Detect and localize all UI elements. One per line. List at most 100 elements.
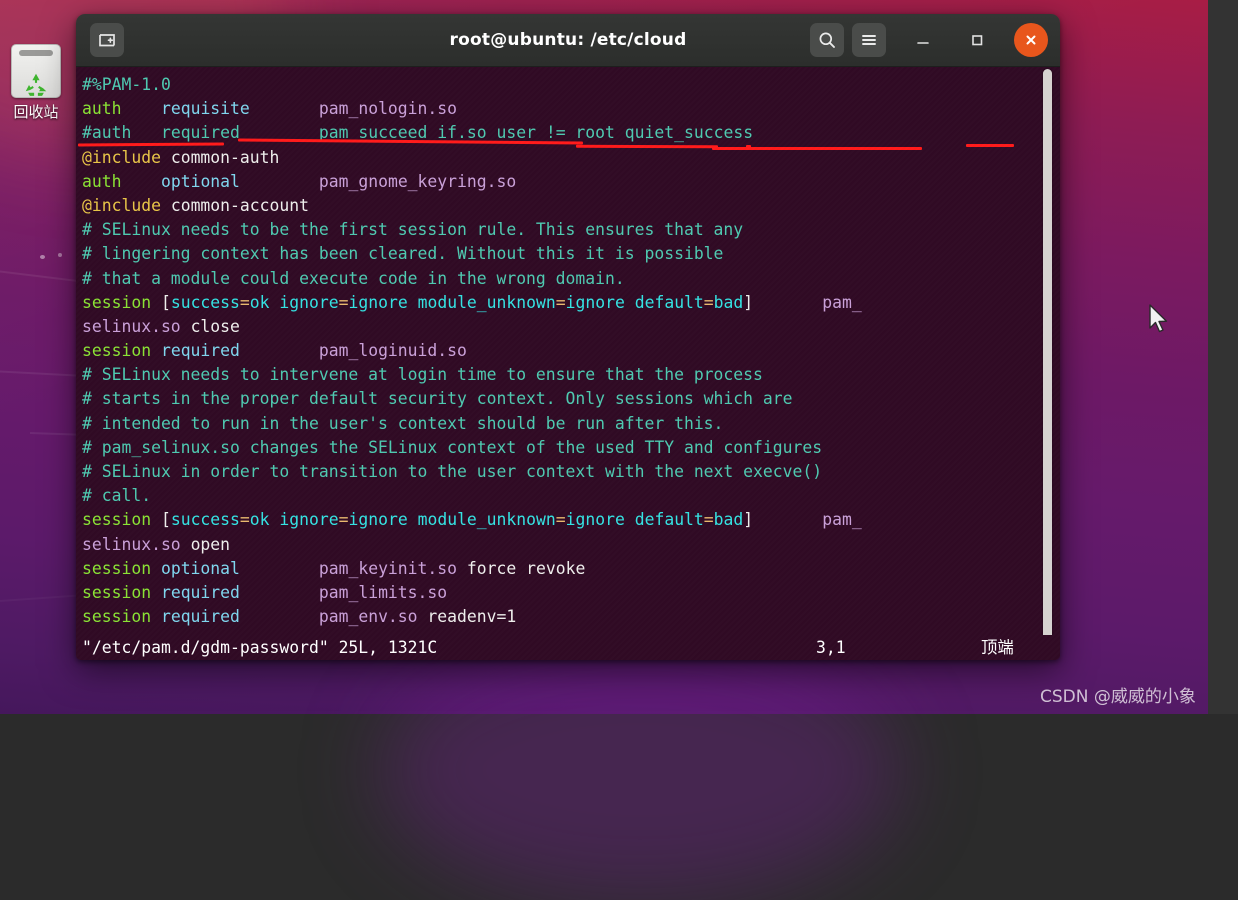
terminal-text-span: # call. — [82, 486, 152, 506]
vim-status-line: "/etc/pam.d/gdm-password" 25L, 1321C 3,1… — [76, 635, 1060, 660]
terminal-scrollbar[interactable] — [1043, 69, 1052, 657]
terminal-text-span: bad — [713, 510, 744, 530]
terminal-text-span: pam_gnome_keyring.so — [318, 171, 517, 191]
terminal-line: # SELinux in order to transition to the … — [80, 460, 1060, 484]
maximize-button[interactable] — [960, 23, 994, 57]
terminal-text-span — [625, 293, 635, 312]
menu-button[interactable] — [852, 23, 886, 57]
terminal-line: # call. — [80, 484, 1060, 508]
terminal-line: # that a module could execute code in th… — [80, 267, 1060, 291]
terminal-line: session required pam_env.so readenv=1 — [80, 605, 1060, 629]
terminal-text-span: # SELinux in order to transition to the … — [82, 462, 823, 481]
terminal-text-span: [ — [160, 292, 171, 312]
terminal-text-span: required — [160, 607, 240, 627]
new-tab-button[interactable] — [90, 23, 124, 57]
close-icon — [1026, 35, 1036, 45]
terminal-text-span: force revoke — [466, 558, 586, 578]
search-icon — [819, 32, 835, 48]
terminal-text-span — [418, 607, 428, 626]
terminal-text-span: selinux.so — [82, 534, 181, 554]
terminal-text-span — [240, 559, 319, 578]
terminal-text-span: ] — [743, 510, 754, 530]
terminal-line: # SELinux needs to intervene at login ti… — [80, 363, 1060, 387]
terminal-line: auth optional pam_gnome_keyring.so — [80, 170, 1060, 194]
screen-right-edge-band — [1208, 0, 1238, 714]
terminal-text-span — [121, 172, 160, 191]
terminal-text-span: common-account — [170, 195, 309, 215]
terminal-text-span: user != root quiet_success — [486, 123, 754, 143]
annotation-underline — [575, 144, 719, 149]
terminal-text-span: open — [190, 534, 231, 554]
terminal-text-span — [151, 293, 161, 312]
terminal-text-span: requisite — [160, 99, 250, 119]
terminal-text-span: common-auth — [170, 147, 280, 167]
terminal-text-span — [240, 172, 319, 191]
terminal-line: # intended to run in the user's context … — [80, 412, 1060, 436]
terminal-line: #%PAM-1.0 — [80, 73, 1060, 97]
recycle-bin-icon — [11, 44, 61, 98]
terminal-text-span — [240, 583, 319, 602]
search-button[interactable] — [810, 23, 844, 57]
terminal-text-span: # that a module could execute code in th… — [82, 268, 625, 288]
terminal-line: # lingering context has been cleared. Wi… — [80, 242, 1060, 266]
close-button[interactable] — [1014, 23, 1048, 57]
terminal-text-span: required — [160, 582, 240, 602]
terminal-text-span: @include — [82, 147, 161, 167]
terminal-text-span: pam_nologin.so — [318, 99, 458, 119]
terminal-text-span — [181, 535, 191, 554]
mouse-cursor-icon — [1149, 304, 1168, 333]
status-file-info: "/etc/pam.d/gdm-password" 25L, 1321C — [82, 637, 438, 657]
desktop-icon-trash[interactable]: 回收站 — [4, 44, 68, 136]
terminal-text-span: ignore — [565, 292, 625, 312]
terminal-text-span: = — [703, 292, 714, 312]
terminal-text-span — [131, 123, 161, 142]
terminal-line: session [success=ok ignore=ignore module… — [80, 291, 1060, 315]
maximize-icon — [972, 35, 983, 46]
terminal-text-span: = — [338, 510, 349, 530]
terminal-line: selinux.so open — [80, 533, 1060, 557]
terminal-text-span — [457, 559, 467, 578]
terminal-text-span — [151, 583, 161, 602]
terminal-text-span: = — [555, 510, 566, 530]
terminal-text-span — [181, 317, 191, 336]
terminal-lines: #%PAM-1.0 auth requisite pam_nologin.so #a… — [80, 73, 1060, 629]
terminal-text-span: ignore — [565, 510, 625, 530]
minimize-button[interactable] — [906, 23, 940, 57]
trash-lid-shape — [19, 50, 53, 56]
terminal-text-span: ignore — [279, 510, 339, 530]
terminal-text-span: #%PAM-1.0 — [82, 75, 171, 94]
status-scroll-state: 顶端 — [981, 637, 1014, 657]
terminal-text-span: ok — [249, 510, 270, 530]
terminal-text-span: pam_keyinit.so — [318, 558, 458, 578]
window-titlebar[interactable]: root@ubuntu: /etc/cloud — [76, 14, 1060, 67]
terminal-text-span: module_unknown — [417, 510, 556, 530]
terminal-text-span: # intended to run in the user's context … — [82, 413, 724, 433]
terminal-window: root@ubuntu: /etc/cloud #%PAM-1.0 auth r… — [76, 14, 1060, 660]
terminal-text-span: success — [170, 510, 240, 530]
terminal-text-span: optional — [160, 558, 240, 578]
terminal-text-span: [ — [160, 510, 171, 530]
terminal-text-span: #auth — [82, 123, 132, 143]
terminal-text-span — [151, 607, 161, 626]
terminal-line: session required pam_limits.so — [80, 581, 1060, 605]
terminal-text-span: session — [82, 510, 152, 530]
terminal-text-span: ] — [743, 292, 754, 312]
terminal-line: selinux.so close — [80, 315, 1060, 339]
terminal-text-area[interactable]: #%PAM-1.0 auth requisite pam_nologin.so #a… — [76, 67, 1060, 660]
terminal-text-span: selinux.so — [82, 316, 181, 336]
terminal-text-span — [161, 196, 171, 215]
terminal-line: # starts in the proper default security … — [80, 387, 1060, 411]
terminal-text-span: default — [634, 292, 704, 312]
terminal-text-span: ok — [249, 292, 270, 312]
terminal-text-span — [240, 341, 319, 360]
terminal-text-span — [270, 510, 280, 529]
trash-label: 回收站 — [13, 103, 59, 121]
terminal-text-span: bad — [713, 292, 744, 312]
new-tab-icon — [99, 34, 115, 47]
terminal-text-span: = — [555, 292, 566, 312]
terminal-text-span: default — [634, 510, 704, 530]
terminal-text-span: module_unknown — [417, 292, 556, 312]
terminal-line: auth requisite pam_nologin.so — [80, 97, 1060, 121]
terminal-text-span: success — [170, 292, 240, 312]
terminal-text-span: session — [82, 582, 152, 602]
